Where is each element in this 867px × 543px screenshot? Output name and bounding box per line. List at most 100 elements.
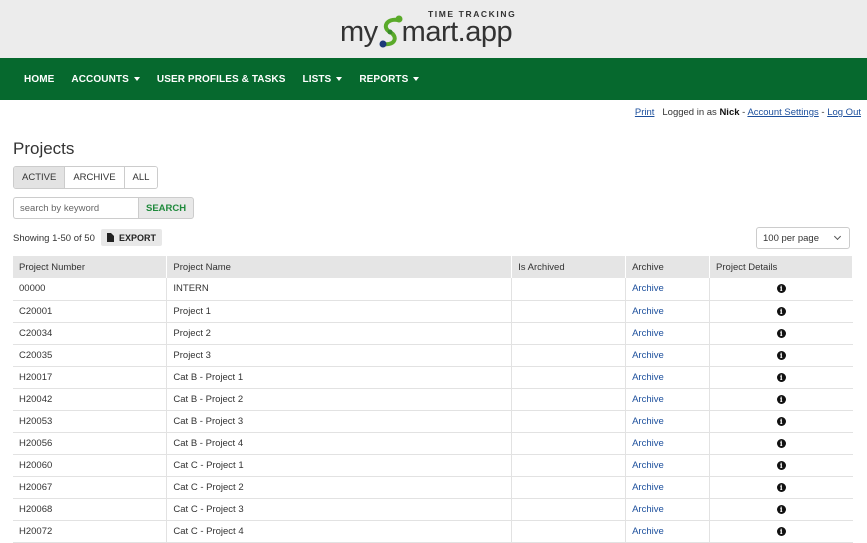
cell-project-details: i: [709, 300, 853, 323]
table-row: H20068 Cat C - Project 3 Archive i: [13, 498, 853, 521]
cell-project-details: i: [709, 476, 853, 499]
cell-project-number: H20067: [13, 476, 168, 499]
filter-active-button[interactable]: ACTIVE: [14, 167, 66, 188]
nav-item-accounts[interactable]: ACCOUNTS: [71, 74, 140, 85]
archive-link[interactable]: Archive: [632, 438, 664, 449]
archive-link[interactable]: Archive: [632, 482, 664, 493]
per-page-select[interactable]: 100 per page: [756, 227, 850, 249]
caret-down-icon: [336, 77, 343, 81]
table-row: C20034 Project 2 Archive i: [13, 322, 853, 345]
cell-project-name: INTERN: [166, 278, 513, 301]
table-row: H20067 Cat C - Project 2 Archive i: [13, 476, 853, 499]
archive-link[interactable]: Archive: [632, 460, 664, 471]
nav-item-reports[interactable]: REPORTS: [359, 74, 420, 85]
cell-is-archived: [511, 278, 627, 301]
info-icon[interactable]: i: [776, 284, 786, 294]
projects-table: Project Number Project Name Is Archived …: [13, 256, 853, 543]
table-row: H20053 Cat B - Project 3 Archive i: [13, 410, 853, 433]
app-logo[interactable]: TIME TRACKING my mart.app: [340, 8, 530, 52]
search-button[interactable]: SEARCH: [138, 197, 195, 219]
cell-is-archived: [511, 432, 627, 455]
archive-link[interactable]: Archive: [632, 283, 664, 294]
nav-item-user-profiles-tasks[interactable]: USER PROFILES & TASKS: [157, 74, 286, 85]
cell-is-archived: [511, 498, 627, 521]
filter-all-button[interactable]: ALL: [124, 167, 158, 188]
nav-item-home[interactable]: HOME: [24, 74, 54, 85]
info-icon[interactable]: i: [776, 482, 786, 492]
cell-project-number: H20042: [13, 388, 168, 411]
cell-project-number: C20034: [13, 322, 168, 345]
cell-project-number: H20068: [13, 498, 168, 521]
info-icon[interactable]: i: [776, 460, 786, 470]
cell-archive: Archive: [625, 344, 711, 367]
col-project-number[interactable]: Project Number: [13, 256, 168, 278]
cell-project-number: H20017: [13, 366, 168, 389]
cell-is-archived: [511, 344, 627, 367]
cell-project-name: Project 3: [166, 344, 513, 367]
info-icon[interactable]: i: [776, 526, 786, 536]
caret-down-icon: [413, 77, 420, 81]
nav-item-lists[interactable]: LISTS: [302, 74, 343, 85]
cell-project-name: Cat B - Project 4: [166, 432, 513, 455]
cell-project-name: Cat B - Project 2: [166, 388, 513, 411]
table-row: H20017 Cat B - Project 1 Archive i: [13, 366, 853, 389]
archive-link[interactable]: Archive: [632, 416, 664, 427]
cell-project-number: H20056: [13, 432, 168, 455]
page-title: Projects: [13, 139, 75, 158]
cell-project-name: Project 2: [166, 322, 513, 345]
cell-project-details: i: [709, 366, 853, 389]
main-navbar: HOME ACCOUNTS USER PROFILES & TASKS LISTS RE…: [0, 58, 867, 100]
table-row: H20056 Cat B - Project 4 Archive i: [13, 432, 853, 455]
cell-project-name: Cat C - Project 1: [166, 454, 513, 477]
caret-down-icon: [133, 77, 140, 81]
info-icon[interactable]: i: [776, 438, 786, 448]
archive-link[interactable]: Archive: [632, 350, 664, 361]
per-page-value: 100 per page: [763, 232, 819, 244]
cell-archive: Archive: [625, 454, 711, 477]
info-icon[interactable]: i: [776, 306, 786, 316]
cell-project-number: C20001: [13, 300, 168, 323]
archive-link[interactable]: Archive: [632, 372, 664, 383]
table-header-row: Project Number Project Name Is Archived …: [13, 256, 853, 278]
cell-is-archived: [511, 388, 627, 411]
table-row: C20035 Project 3 Archive i: [13, 344, 853, 367]
cell-is-archived: [511, 300, 627, 323]
table-row: 00000 INTERN Archive i: [13, 278, 853, 301]
logout-link[interactable]: Log Out: [827, 107, 861, 118]
archive-link[interactable]: Archive: [632, 504, 664, 515]
cell-project-details: i: [709, 432, 853, 455]
info-icon[interactable]: i: [776, 504, 786, 514]
col-project-name[interactable]: Project Name: [166, 256, 513, 278]
cell-is-archived: [511, 454, 627, 477]
cell-archive: Archive: [625, 366, 711, 389]
cell-project-name: Cat C - Project 2: [166, 476, 513, 499]
cell-project-name: Project 1: [166, 300, 513, 323]
archive-link[interactable]: Archive: [632, 306, 664, 317]
info-icon[interactable]: i: [776, 372, 786, 382]
cell-is-archived: [511, 410, 627, 433]
logo-wordmark: my mart.app: [340, 16, 513, 48]
cell-project-number: 00000: [13, 278, 168, 301]
cell-project-details: i: [709, 344, 853, 367]
cell-archive: Archive: [625, 410, 711, 433]
archive-link[interactable]: Archive: [632, 328, 664, 339]
info-icon[interactable]: i: [776, 328, 786, 338]
chevron-down-icon: [833, 232, 842, 241]
filter-archive-button[interactable]: ARCHIVE: [65, 167, 125, 188]
info-icon[interactable]: i: [776, 394, 786, 404]
print-link[interactable]: Print: [635, 107, 655, 118]
archive-link[interactable]: Archive: [632, 526, 664, 537]
info-icon[interactable]: i: [776, 416, 786, 426]
cell-project-name: Cat C - Project 3: [166, 498, 513, 521]
cell-archive: Archive: [625, 432, 711, 455]
cell-archive: Archive: [625, 476, 711, 499]
export-button[interactable]: EXPORT: [101, 229, 163, 246]
account-settings-link[interactable]: Account Settings: [747, 107, 818, 118]
cell-project-details: i: [709, 410, 853, 433]
col-is-archived[interactable]: Is Archived: [511, 256, 627, 278]
username: Nick: [719, 107, 740, 118]
search-input[interactable]: [13, 197, 138, 219]
archive-link[interactable]: Archive: [632, 394, 664, 405]
cell-is-archived: [511, 322, 627, 345]
info-icon[interactable]: i: [776, 350, 786, 360]
